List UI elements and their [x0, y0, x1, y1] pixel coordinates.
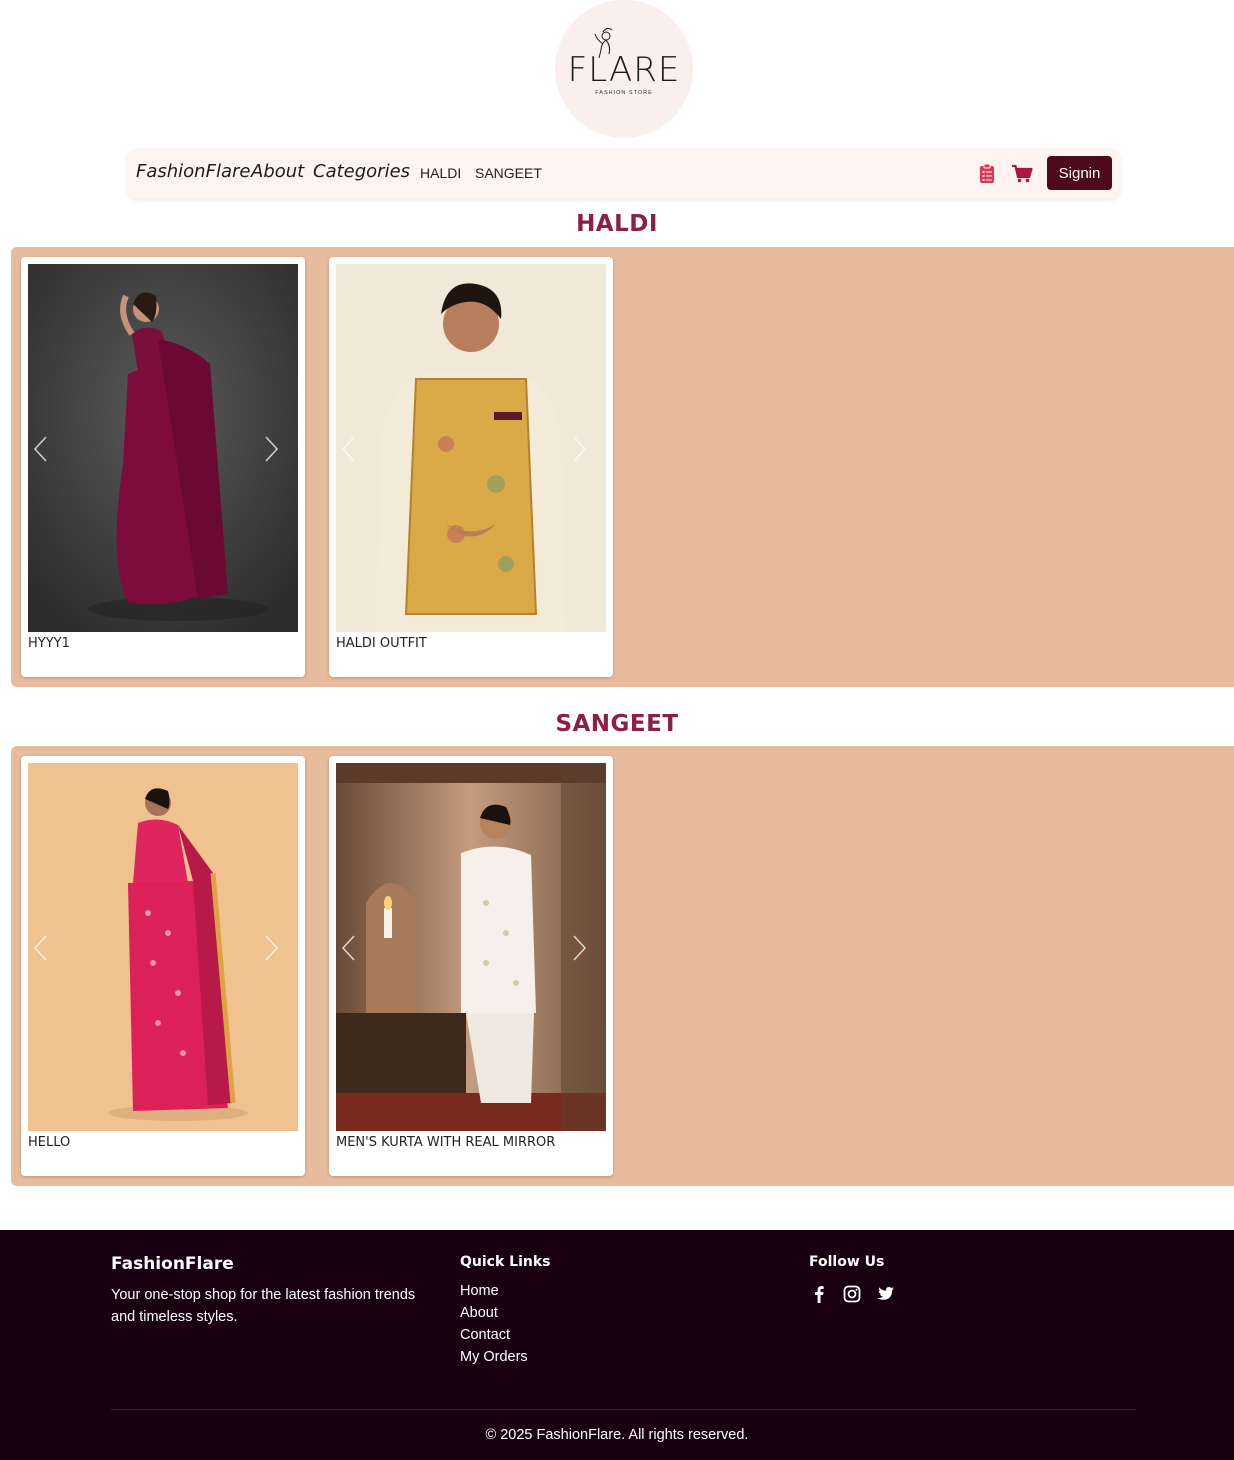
product-card[interactable]: HYYY1	[21, 257, 305, 677]
shopping-cart-icon[interactable]	[1011, 162, 1033, 184]
product-name: HELLO	[28, 1135, 71, 1150]
footer-link-contact[interactable]: Contact	[460, 1324, 528, 1346]
product-name: HYYY1	[28, 636, 70, 651]
product-image	[336, 264, 606, 632]
nav-brand[interactable]: FashionFlare	[136, 161, 250, 182]
carousel-next-icon[interactable]	[569, 934, 589, 962]
logo-text: FLARE	[567, 50, 681, 90]
footer-link-my-orders[interactable]: My Orders	[460, 1346, 528, 1368]
carousel-prev-icon[interactable]	[31, 435, 51, 463]
copyright-text: © 2025 FashionFlare. All rights reserved…	[485, 1427, 749, 1443]
footer-brand: FashionFlare	[111, 1254, 234, 1274]
section-panel-sangeet: HELLO MEN'S KURTA WITH REAL MIRROR	[11, 746, 1234, 1186]
carousel-prev-icon[interactable]	[339, 435, 359, 463]
footer-description: Your one-stop shop for the latest fashio…	[111, 1287, 416, 1325]
product-name: MEN'S KURTA WITH REAL MIRROR	[336, 1135, 556, 1150]
carousel-next-icon[interactable]	[569, 435, 589, 463]
navbar: FashionFlare About Categories HALDI SANG…	[126, 148, 1121, 199]
signin-button[interactable]: Signin	[1047, 156, 1112, 190]
product-card[interactable]: MEN'S KURTA WITH REAL MIRROR	[329, 756, 613, 1176]
nav-category-haldi[interactable]: HALDI	[420, 165, 461, 181]
section-title-sangeet: SANGEET	[555, 711, 679, 737]
carousel-next-icon[interactable]	[261, 934, 281, 962]
nav-link-about[interactable]: About	[251, 161, 304, 182]
quick-links-heading: Quick Links	[460, 1254, 551, 1270]
carousel-next-icon[interactable]	[261, 435, 281, 463]
carousel-prev-icon[interactable]	[339, 934, 359, 962]
twitter-icon[interactable]	[875, 1284, 895, 1304]
product-card[interactable]: HALDI OUTFIT	[329, 257, 613, 677]
product-image	[336, 763, 606, 1131]
footer-divider	[111, 1409, 1136, 1410]
section-title-haldi: HALDI	[576, 211, 658, 237]
facebook-icon[interactable]	[809, 1284, 829, 1304]
footer-link-about[interactable]: About	[460, 1302, 528, 1324]
instagram-icon[interactable]	[842, 1284, 862, 1304]
section-panel-haldi: HYYY1 HALDI OUTFIT	[11, 247, 1234, 687]
footer-link-home[interactable]: Home	[460, 1280, 528, 1302]
quick-links-list: Home About Contact My Orders	[460, 1280, 528, 1368]
product-card[interactable]: HELLO	[21, 756, 305, 1176]
logo[interactable]: FLARE FASHION STORE	[555, 0, 693, 138]
logo-subtitle: FASHION STORE	[595, 90, 653, 96]
product-image	[28, 763, 298, 1131]
product-image	[28, 264, 298, 632]
clipboard-list-icon[interactable]	[976, 162, 998, 184]
nav-link-categories[interactable]: Categories	[313, 161, 410, 182]
follow-us-heading: Follow Us	[809, 1254, 885, 1270]
nav-category-sangeet[interactable]: SANGEET	[475, 165, 542, 181]
carousel-prev-icon[interactable]	[31, 934, 51, 962]
product-name: HALDI OUTFIT	[336, 636, 427, 651]
footer: FashionFlare Your one-stop shop for the …	[0, 1230, 1234, 1460]
